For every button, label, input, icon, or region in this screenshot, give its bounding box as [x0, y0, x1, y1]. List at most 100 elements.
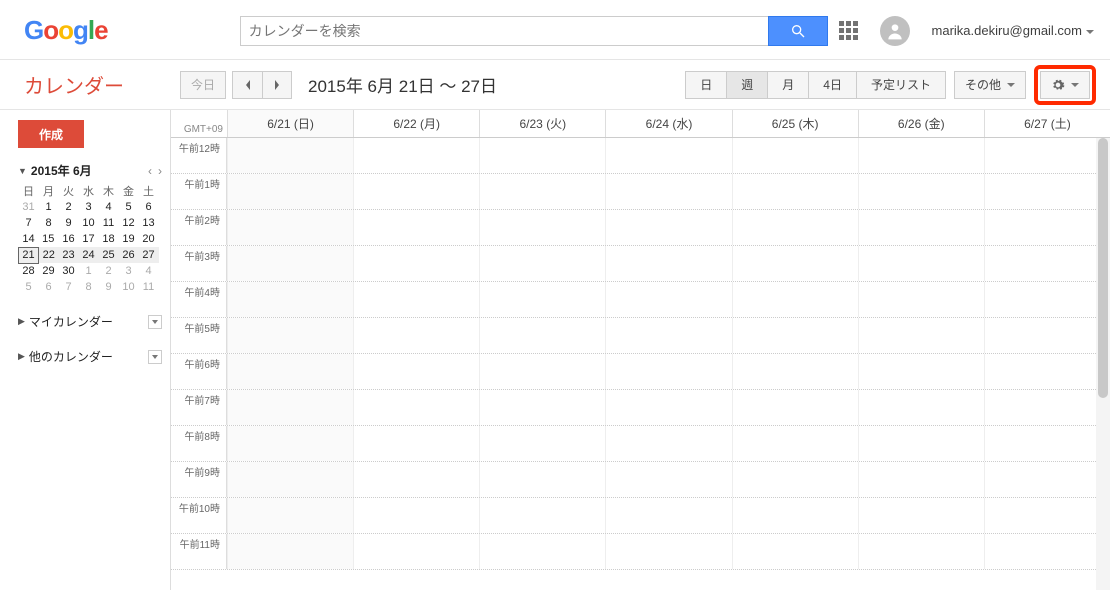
mini-day[interactable]: 15 [39, 231, 59, 247]
hour-cell[interactable] [605, 138, 731, 173]
today-button[interactable]: 今日 [180, 71, 226, 99]
hour-cell[interactable] [479, 282, 605, 317]
hour-cell[interactable] [605, 246, 731, 281]
mini-day[interactable]: 11 [99, 215, 119, 231]
mini-day[interactable]: 14 [19, 231, 39, 247]
hour-cell[interactable] [353, 174, 479, 209]
view-button[interactable]: 月 [768, 71, 809, 99]
view-button[interactable]: 予定リスト [857, 71, 946, 99]
sidebar-section[interactable]: ▶マイカレンダー [18, 313, 162, 330]
hour-cell[interactable] [227, 426, 353, 461]
other-button[interactable]: その他 [954, 71, 1026, 99]
hour-cell[interactable] [984, 534, 1110, 569]
hour-cell[interactable] [858, 318, 984, 353]
hour-cell[interactable] [858, 138, 984, 173]
mini-day[interactable]: 1 [39, 199, 59, 215]
hour-cell[interactable] [858, 282, 984, 317]
hour-cell[interactable] [858, 246, 984, 281]
hour-cell[interactable] [605, 426, 731, 461]
hour-cell[interactable] [227, 318, 353, 353]
mini-day[interactable]: 10 [119, 279, 139, 295]
hour-cell[interactable] [479, 534, 605, 569]
hour-cell[interactable] [984, 462, 1110, 497]
search-input[interactable] [240, 16, 768, 46]
hour-cell[interactable] [732, 210, 858, 245]
day-header[interactable]: 6/27 (土) [984, 110, 1110, 137]
mini-day[interactable]: 5 [119, 199, 139, 215]
mini-day[interactable]: 29 [39, 263, 59, 279]
hour-cell[interactable] [479, 354, 605, 389]
mini-day[interactable]: 4 [139, 263, 159, 279]
hour-cell[interactable] [227, 390, 353, 425]
day-header[interactable]: 6/25 (木) [732, 110, 858, 137]
create-button[interactable]: 作成 [18, 120, 84, 148]
hour-cell[interactable] [353, 138, 479, 173]
next-button[interactable] [262, 71, 292, 99]
view-button[interactable]: 4日 [809, 71, 857, 99]
hour-cell[interactable] [732, 426, 858, 461]
mini-day[interactable]: 31 [19, 199, 39, 215]
hour-cell[interactable] [984, 282, 1110, 317]
hour-cell[interactable] [353, 354, 479, 389]
hour-cell[interactable] [732, 354, 858, 389]
view-button[interactable]: 週 [727, 71, 768, 99]
hour-cell[interactable] [479, 462, 605, 497]
user-email[interactable]: marika.dekiru@gmail.com [932, 23, 1094, 38]
hour-cell[interactable] [353, 318, 479, 353]
hour-cell[interactable] [227, 354, 353, 389]
mini-day[interactable]: 30 [59, 263, 79, 279]
mini-day[interactable]: 3 [119, 263, 139, 279]
day-header[interactable]: 6/22 (月) [353, 110, 479, 137]
hour-cell[interactable] [227, 498, 353, 533]
sidebar-section[interactable]: ▶他のカレンダー [18, 348, 162, 365]
mini-day[interactable]: 12 [119, 215, 139, 231]
hour-cell[interactable] [858, 390, 984, 425]
hour-cell[interactable] [353, 462, 479, 497]
hour-cell[interactable] [732, 246, 858, 281]
avatar[interactable] [880, 16, 910, 46]
hour-cell[interactable] [353, 210, 479, 245]
hour-cell[interactable] [605, 318, 731, 353]
hour-cell[interactable] [227, 246, 353, 281]
hour-cell[interactable] [732, 534, 858, 569]
mini-day[interactable]: 20 [139, 231, 159, 247]
hour-cell[interactable] [732, 282, 858, 317]
scrollbar-thumb[interactable] [1098, 138, 1108, 398]
mini-day[interactable]: 5 [19, 279, 39, 295]
mini-day[interactable]: 22 [39, 247, 59, 263]
hour-cell[interactable] [605, 210, 731, 245]
hour-cell[interactable] [605, 354, 731, 389]
hour-cell[interactable] [732, 390, 858, 425]
hour-cell[interactable] [479, 390, 605, 425]
hour-cell[interactable] [732, 498, 858, 533]
hour-cell[interactable] [227, 282, 353, 317]
hour-cell[interactable] [479, 426, 605, 461]
mini-day[interactable]: 7 [59, 279, 79, 295]
mini-day[interactable]: 7 [19, 215, 39, 231]
hour-cell[interactable] [732, 174, 858, 209]
mini-day[interactable]: 8 [79, 279, 99, 295]
scrollbar[interactable] [1096, 138, 1110, 590]
hour-cell[interactable] [353, 426, 479, 461]
hour-cell[interactable] [479, 318, 605, 353]
mini-day[interactable]: 21 [19, 247, 39, 263]
mini-next-button[interactable]: › [158, 164, 162, 178]
triangle-down-icon[interactable]: ▼ [18, 166, 27, 176]
mini-day[interactable]: 8 [39, 215, 59, 231]
mini-day[interactable]: 9 [99, 279, 119, 295]
mini-day[interactable]: 9 [59, 215, 79, 231]
hour-cell[interactable] [353, 246, 479, 281]
day-header[interactable]: 6/24 (水) [605, 110, 731, 137]
hour-cell[interactable] [984, 246, 1110, 281]
hour-cell[interactable] [732, 318, 858, 353]
mini-day[interactable]: 24 [79, 247, 99, 263]
apps-icon[interactable] [839, 21, 858, 40]
hour-cell[interactable] [858, 534, 984, 569]
hour-cell[interactable] [984, 498, 1110, 533]
mini-day[interactable]: 19 [119, 231, 139, 247]
mini-prev-button[interactable]: ‹ [148, 164, 152, 178]
hour-cell[interactable] [353, 282, 479, 317]
hour-cell[interactable] [227, 210, 353, 245]
mini-day[interactable]: 17 [79, 231, 99, 247]
hour-cell[interactable] [858, 462, 984, 497]
